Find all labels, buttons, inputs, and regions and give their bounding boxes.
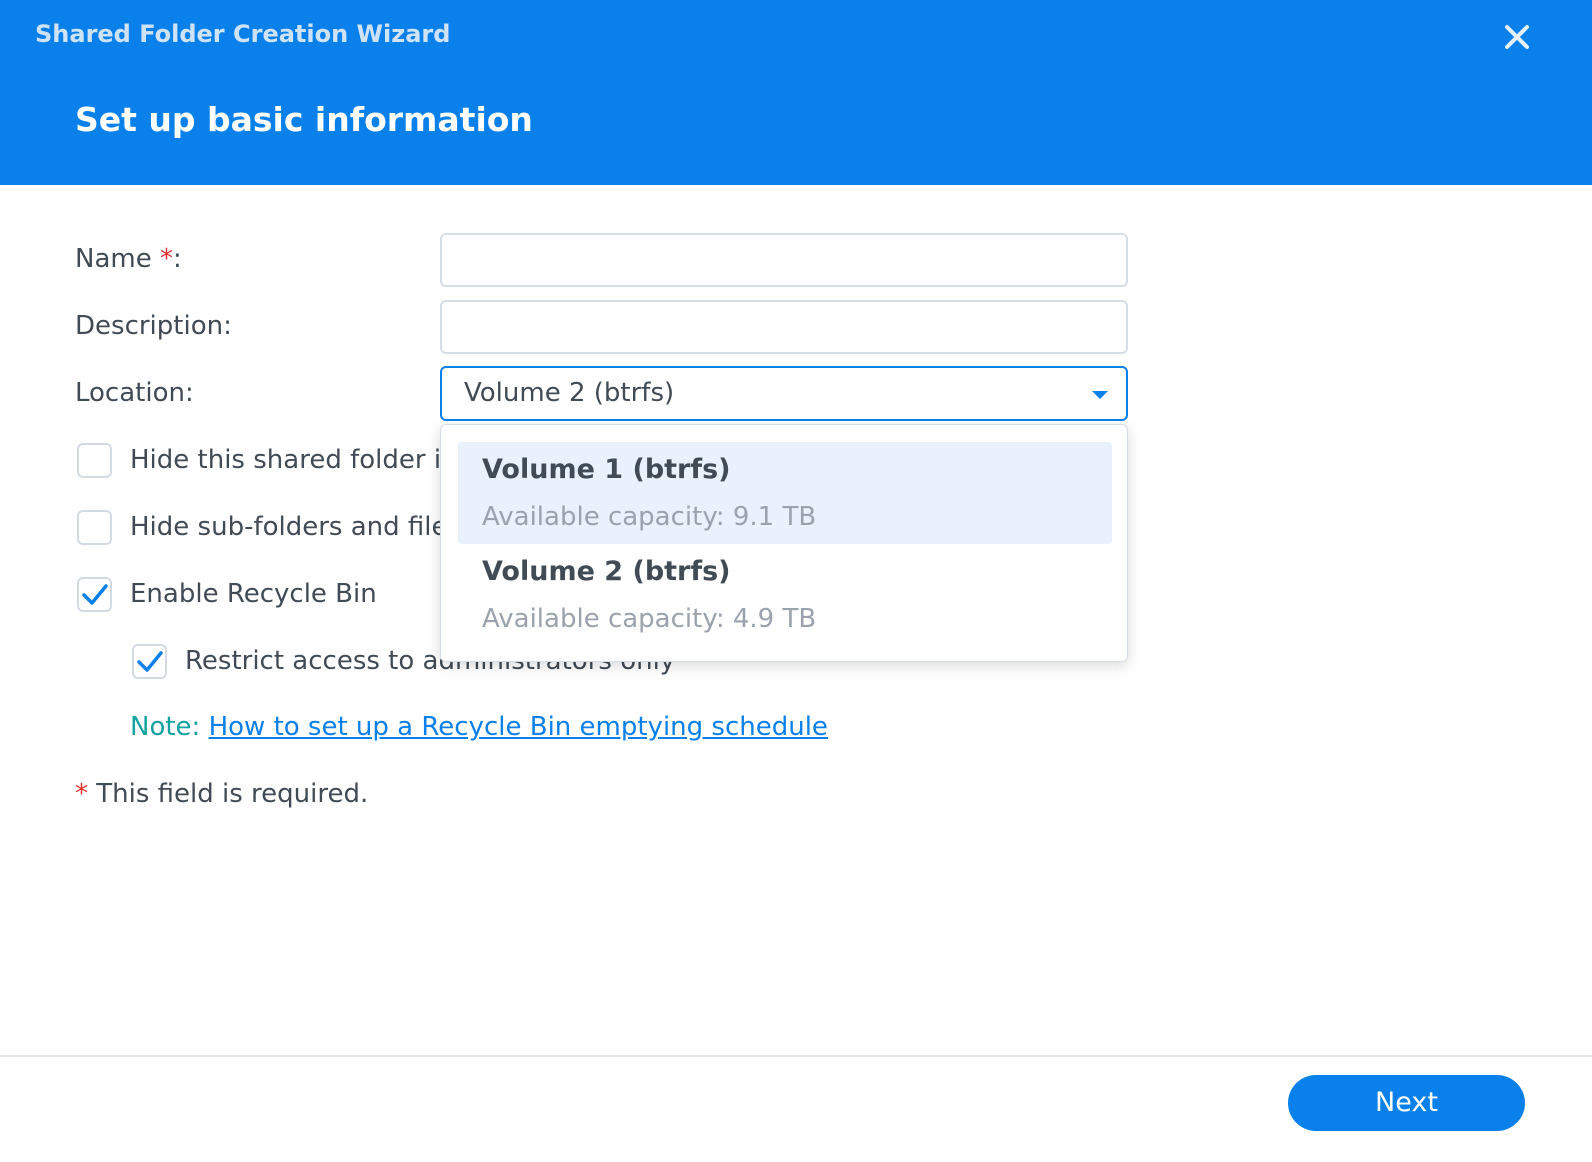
checkmark-icon: [137, 651, 163, 672]
step-title: Set up basic information: [75, 100, 533, 139]
enable-recycle-bin-checkbox[interactable]: [77, 577, 112, 612]
checkmark-icon: [82, 584, 108, 605]
footer-divider: [0, 1055, 1592, 1057]
dropdown-option-volume-2[interactable]: Volume 2 (btrfs) Available capacity: 4.9…: [458, 544, 1112, 646]
name-label-colon: :: [172, 244, 182, 274]
recycle-bin-schedule-link[interactable]: How to set up a Recycle Bin emptying sch…: [209, 712, 828, 742]
wizard-title: Shared Folder Creation Wizard: [35, 20, 451, 48]
note-prefix: Note:: [130, 712, 209, 742]
enable-recycle-bin-label[interactable]: Enable Recycle Bin: [130, 579, 377, 609]
caret-down-icon: [1092, 391, 1108, 399]
name-input[interactable]: [440, 233, 1128, 287]
close-icon: [1505, 25, 1529, 49]
required-mark: *: [75, 779, 88, 809]
required-note-text: This field is required.: [88, 779, 369, 809]
name-label-text: Name: [75, 244, 160, 274]
hide-subfolders-checkbox[interactable]: [77, 510, 112, 545]
required-field-note: * This field is required.: [75, 779, 368, 809]
next-button[interactable]: Next: [1288, 1075, 1525, 1131]
required-mark: *: [159, 244, 173, 274]
restrict-admin-checkbox[interactable]: [132, 644, 167, 679]
close-button[interactable]: [1500, 20, 1534, 54]
option-capacity: Available capacity: 9.1 TB: [482, 502, 817, 532]
dropdown-option-volume-1[interactable]: Volume 1 (btrfs) Available capacity: 9.1…: [458, 442, 1112, 544]
wizard-header: Shared Folder Creation Wizard Set up bas…: [0, 0, 1592, 185]
option-volume-name: Volume 1 (btrfs): [482, 454, 731, 485]
location-selected-value: Volume 2 (btrfs): [464, 378, 675, 408]
option-volume-name: Volume 2 (btrfs): [482, 556, 731, 587]
location-dropdown-menu: Volume 1 (btrfs) Available capacity: 9.1…: [440, 424, 1128, 662]
hide-shared-folder-label[interactable]: Hide this shared folder i: [130, 445, 441, 475]
recycle-bin-note: Note: How to set up a Recycle Bin emptyi…: [130, 712, 828, 742]
name-label: Name *:: [75, 244, 182, 274]
location-select[interactable]: Volume 2 (btrfs): [440, 366, 1128, 421]
hide-shared-folder-checkbox[interactable]: [77, 443, 112, 478]
description-input[interactable]: [440, 300, 1128, 354]
option-capacity: Available capacity: 4.9 TB: [482, 604, 817, 634]
hide-subfolders-label[interactable]: Hide sub-folders and file: [130, 512, 448, 542]
description-label: Description:: [75, 311, 232, 341]
location-label: Location:: [75, 378, 194, 408]
